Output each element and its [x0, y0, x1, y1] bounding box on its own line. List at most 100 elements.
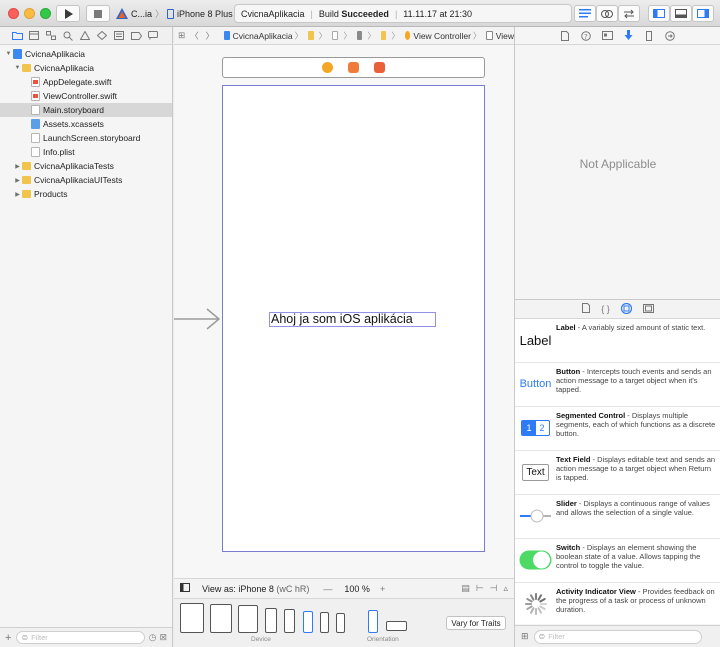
- navigator-item[interactable]: AppDelegate.swift: [0, 75, 172, 89]
- landscape-orientation[interactable]: [386, 621, 407, 631]
- stop-button[interactable]: [86, 5, 110, 22]
- navigator-item[interactable]: ▶ CvicnaAplikaciaUITests: [0, 173, 172, 187]
- jumpbar-scene[interactable]: View Controller: [413, 31, 470, 41]
- connections-inspector-tab[interactable]: [663, 30, 677, 42]
- storyboard-file-icon[interactable]: [332, 31, 339, 40]
- document-outline-icon[interactable]: [180, 583, 190, 594]
- ipad-pro-10-device[interactable]: [210, 604, 232, 633]
- ipad-pro-9-device[interactable]: [238, 605, 258, 633]
- iphone-se-device[interactable]: [320, 612, 329, 633]
- portrait-orientation[interactable]: [368, 610, 378, 633]
- iphone-4s-device[interactable]: [336, 613, 345, 633]
- recent-files-icon[interactable]: ◷: [149, 632, 157, 643]
- view-controller-scene[interactable]: Ahoj ja som iOS aplikácia: [222, 85, 485, 552]
- assistant-editor-button[interactable]: [596, 5, 618, 22]
- disclosure-triangle-icon[interactable]: ▼: [13, 65, 22, 71]
- iphone-8-device[interactable]: [303, 611, 313, 633]
- navigator-item[interactable]: LaunchScreen.storyboard: [0, 131, 172, 145]
- resolve-autolayout-icon[interactable]: ▵: [503, 583, 508, 594]
- run-button[interactable]: [56, 5, 80, 22]
- library-item[interactable]: Button Button - Intercepts touch events a…: [515, 363, 720, 407]
- library-item[interactable]: 1 2 Segmented Control - Displays multiple …: [515, 407, 720, 451]
- file-inspector-tab[interactable]: [558, 30, 572, 42]
- zoom-window-button[interactable]: [40, 8, 51, 19]
- first-responder-icon[interactable]: [348, 62, 359, 73]
- interface-builder-editor: ⊞ 〈 〉 CvicnaAplikacia 〉 〉 〉 〉 〉 View Con…: [174, 27, 514, 647]
- media-library-tab[interactable]: [642, 303, 654, 315]
- jumpbar-view[interactable]: View: [496, 31, 514, 41]
- debug-navigator-tab[interactable]: [112, 30, 126, 42]
- iphone-8-plus-device[interactable]: [284, 609, 295, 633]
- toggle-debug-area-button[interactable]: [670, 5, 692, 22]
- report-navigator-tab[interactable]: [146, 30, 160, 42]
- symbol-navigator-tab[interactable]: [44, 30, 58, 42]
- view-as-label[interactable]: View as: iPhone 8: [202, 584, 274, 594]
- attributes-inspector-tab[interactable]: [621, 30, 635, 42]
- navigator-item[interactable]: Info.plist: [0, 145, 172, 159]
- library-item-desc: - A variably sized amount of static text…: [575, 323, 706, 332]
- scene-folder-icon[interactable]: [380, 31, 387, 40]
- library-item[interactable]: Slider - Displays a continuous range of …: [515, 495, 720, 539]
- close-window-button[interactable]: [8, 8, 19, 19]
- storyboard-base-icon[interactable]: [356, 31, 363, 40]
- navigator-item[interactable]: Assets.xcassets: [0, 117, 172, 131]
- navigator-item[interactable]: Main.storyboard: [0, 103, 172, 117]
- library-item[interactable]: Label Label - A variably sized amount of …: [515, 319, 720, 363]
- align-icon[interactable]: ⊢: [476, 583, 484, 594]
- scheme-selector[interactable]: C...ia 〉 iPhone 8 Plus: [116, 5, 234, 22]
- jumpbar-project[interactable]: CvicnaAplikacia: [233, 31, 293, 41]
- disclosure-triangle-icon[interactable]: ▼: [4, 51, 13, 57]
- navigator-item[interactable]: ▶ Products: [0, 187, 172, 201]
- disclosure-triangle-icon[interactable]: ▶: [13, 177, 22, 184]
- quick-help-tab[interactable]: ?: [579, 30, 593, 42]
- source-control-tab[interactable]: [27, 30, 41, 42]
- grid-view-icon[interactable]: ⊞: [521, 631, 529, 642]
- navigator-item[interactable]: ▼ CvicnaAplikacia: [0, 61, 172, 75]
- zoom-out-button[interactable]: —: [323, 584, 332, 594]
- project-navigator-tab[interactable]: [10, 30, 24, 42]
- vary-for-traits-button[interactable]: Vary for Traits: [446, 616, 506, 630]
- toggle-utilities-button[interactable]: [692, 5, 714, 22]
- minimize-window-button[interactable]: [24, 8, 35, 19]
- file-template-tab[interactable]: [582, 303, 591, 315]
- library-item[interactable]: Activity Indicator View - Provides feedb…: [515, 583, 720, 624]
- library-item[interactable]: Switch - Displays an element showing the…: [515, 539, 720, 583]
- breakpoint-navigator-tab[interactable]: [129, 30, 143, 42]
- standard-editor-button[interactable]: [574, 5, 596, 22]
- library-item[interactable]: Text Text Field - Displays editable text …: [515, 451, 720, 495]
- find-navigator-tab[interactable]: [61, 30, 75, 42]
- navigator-item[interactable]: ▼ CvicnaAplikacia: [0, 47, 172, 61]
- storyboard-entry-point-arrow[interactable]: [174, 308, 222, 330]
- pin-icon[interactable]: ⊣: [490, 583, 498, 594]
- size-inspector-tab[interactable]: [642, 30, 656, 42]
- hello-label[interactable]: Ahoj ja som iOS aplikácia: [269, 312, 436, 327]
- library-filter-input[interactable]: ⊜ Filter: [533, 629, 702, 644]
- ipad-pro-12-device[interactable]: [180, 603, 204, 633]
- related-items-icon[interactable]: ⊞: [178, 30, 185, 41]
- toggle-navigator-button[interactable]: [648, 5, 670, 22]
- folder-icon[interactable]: [308, 31, 314, 40]
- disclosure-triangle-icon[interactable]: ▶: [13, 191, 22, 198]
- embed-in-stack-icon[interactable]: ▤: [461, 583, 470, 594]
- navigator-item[interactable]: ViewController.swift: [0, 89, 172, 103]
- test-navigator-tab[interactable]: [95, 30, 109, 42]
- zoom-in-button[interactable]: +: [380, 584, 385, 594]
- view-as-traits[interactable]: (wC hR): [276, 584, 309, 594]
- forward-arrow-icon[interactable]: 〉: [206, 30, 215, 42]
- disclosure-triangle-icon[interactable]: ▶: [13, 163, 22, 170]
- version-editor-button[interactable]: [618, 5, 640, 22]
- code-snippet-tab[interactable]: { }: [601, 304, 610, 314]
- scm-filter-icon[interactable]: ⊠: [159, 632, 167, 643]
- back-arrow-icon[interactable]: 〈: [190, 30, 199, 42]
- library-item-description: Text Field - Displays editable text and …: [556, 455, 716, 482]
- issue-navigator-tab[interactable]: [78, 30, 92, 42]
- navigator-item[interactable]: ▶ CvicnaAplikaciaTests: [0, 159, 172, 173]
- add-file-icon[interactable]: +: [5, 632, 11, 644]
- object-library-icon: [620, 302, 632, 314]
- exit-icon[interactable]: [374, 62, 385, 73]
- view-controller-icon[interactable]: [322, 62, 333, 73]
- object-library-tab[interactable]: [620, 302, 632, 316]
- identity-inspector-tab[interactable]: [600, 30, 614, 42]
- iphone-x-device[interactable]: [265, 608, 277, 633]
- navigator-filter-input[interactable]: ⊜ Filter: [16, 631, 145, 644]
